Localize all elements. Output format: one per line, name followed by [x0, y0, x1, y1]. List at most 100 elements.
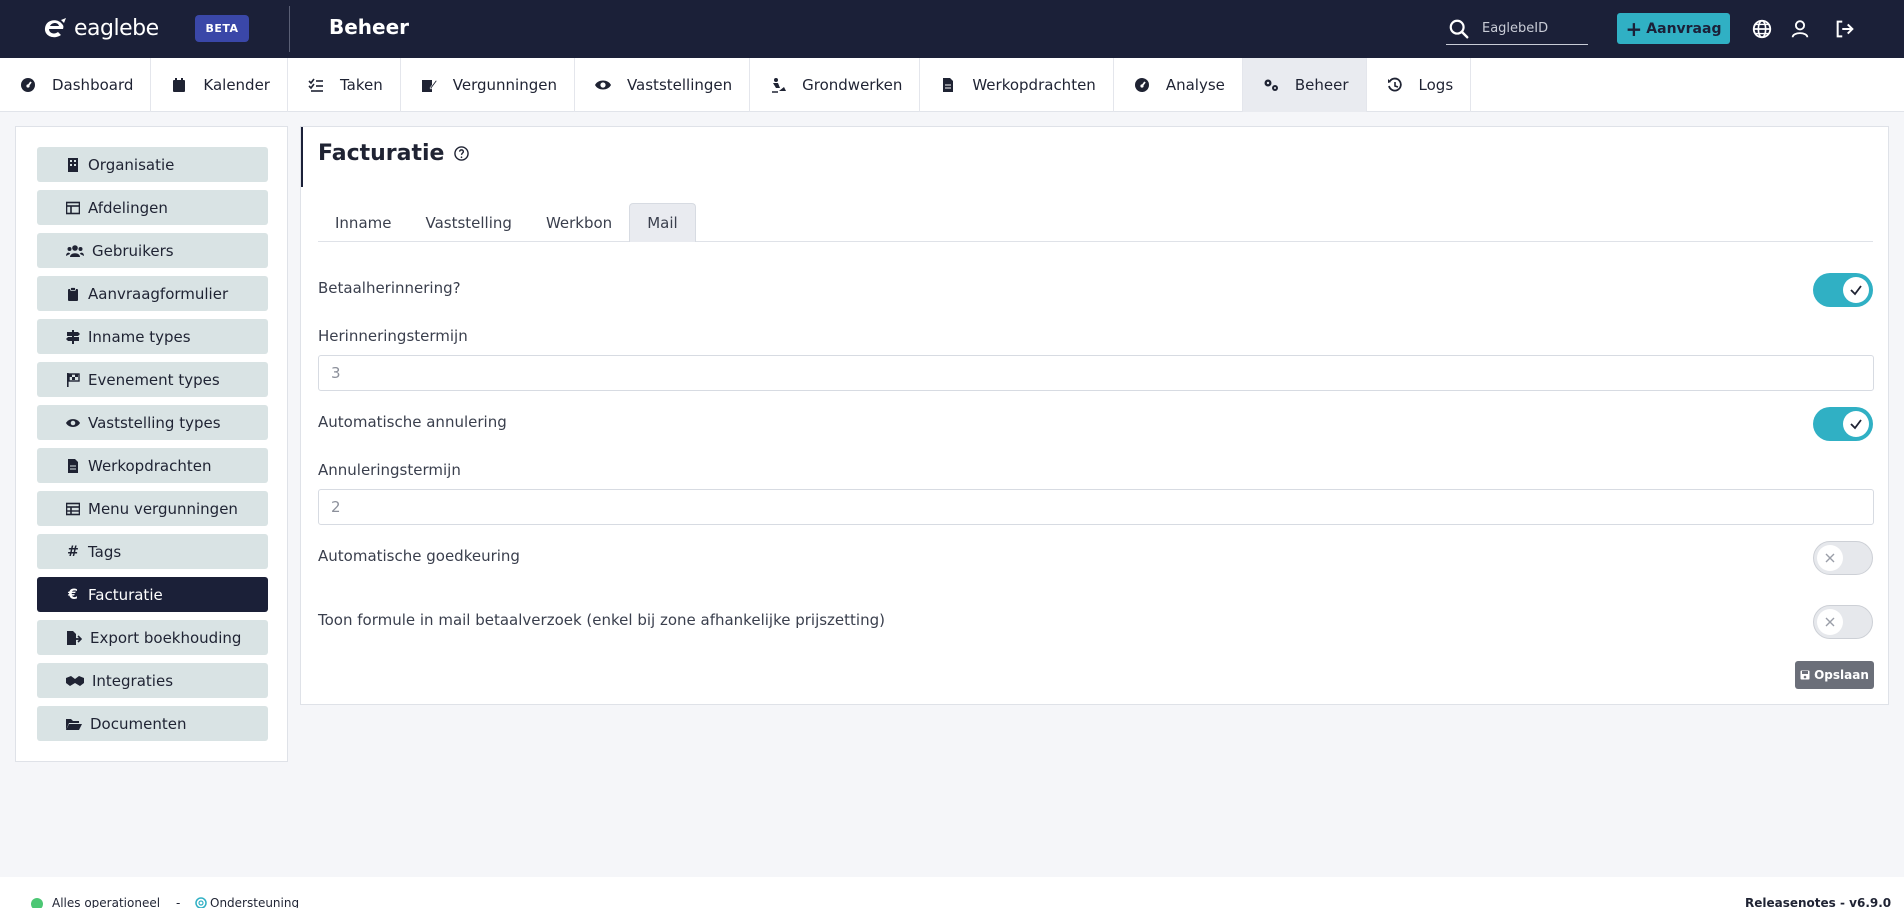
nav-label: Kalender: [203, 76, 270, 94]
sidebar-item-inname-types[interactable]: Inname types: [37, 319, 268, 354]
footer-separator: -: [176, 896, 181, 908]
search-icon: [1449, 19, 1469, 38]
sidebar-item-afdelingen[interactable]: Afdelingen: [37, 190, 268, 225]
sidebar-item-facturatie[interactable]: € Facturatie: [37, 577, 268, 612]
automatische-annulering-label: Automatische annulering: [318, 413, 507, 431]
nav-kalender[interactable]: Kalender: [151, 58, 288, 112]
nav-beheer[interactable]: Beheer: [1242, 58, 1367, 112]
beta-badge: BETA: [195, 15, 249, 42]
search-input[interactable]: [1482, 21, 1582, 36]
table-icon: [66, 201, 80, 214]
automatische-goedkeuring-toggle[interactable]: [1813, 541, 1873, 575]
status-indicator: [31, 898, 43, 908]
annuleringstermijn-label: Annuleringstermijn: [318, 461, 461, 479]
close-icon: [1825, 617, 1835, 627]
eye-icon: [594, 80, 611, 90]
eaglebe-logo-icon: [44, 17, 66, 37]
main-nav: Dashboard Kalender Taken Vergunningen Va…: [0, 58, 1904, 112]
sidebar-item-werkopdrachten[interactable]: Werkopdrachten: [37, 448, 268, 483]
sidebar-item-vaststelling-types[interactable]: Vaststelling types: [37, 405, 268, 440]
grid-icon: [66, 502, 80, 515]
sidebar-item-label: Export boekhouding: [90, 628, 242, 647]
automatische-goedkeuring-label: Automatische goedkeuring: [318, 547, 520, 565]
nav-label: Vaststellingen: [626, 76, 733, 94]
sidebar-item-organisatie[interactable]: Organisatie: [37, 147, 268, 182]
nav-logs[interactable]: Logs: [1367, 58, 1472, 112]
new-aanvraag-button[interactable]: + Aanvraag: [1617, 13, 1730, 44]
nav-vaststellingen[interactable]: Vaststellingen: [575, 58, 751, 112]
status-text[interactable]: Alles operationeel: [52, 896, 160, 908]
sidebar-item-gebruikers[interactable]: Gebruikers: [37, 233, 268, 268]
facturatie-tabs: Inname Vaststelling Werkbon Mail: [318, 203, 1873, 242]
sidebar-item-label: Menu vergunningen: [88, 499, 238, 518]
sidebar-item-evenement-types[interactable]: Evenement types: [37, 362, 268, 397]
nav-vergunningen[interactable]: Vergunningen: [401, 58, 575, 112]
nav-analyse[interactable]: Analyse: [1114, 58, 1243, 112]
sidebar-item-export-boekhouding[interactable]: Export boekhouding: [37, 620, 268, 655]
betaalherinnering-label: Betaalherinnering?: [318, 279, 461, 297]
nav-label: Werkopdrachten: [972, 76, 1096, 94]
logo[interactable]: eaglebe: [42, 16, 159, 41]
sidebar-item-label: Afdelingen: [88, 198, 168, 217]
toon-formule-toggle[interactable]: [1813, 605, 1873, 639]
sidebar-item-label: Organisatie: [88, 155, 175, 174]
user-icon[interactable]: [1789, 18, 1811, 40]
check-icon: [1850, 285, 1862, 296]
nav-label: Logs: [1418, 76, 1454, 94]
tab-inname[interactable]: Inname: [318, 203, 408, 242]
tab-mail[interactable]: Mail: [629, 203, 696, 242]
euro-icon: €: [68, 586, 78, 603]
release-notes-link[interactable]: Releasenotes - v6.9.0: [1745, 896, 1891, 908]
toon-formule-label: Toon formule in mail betaalverzoek (enke…: [318, 611, 885, 629]
tab-vaststelling[interactable]: Vaststelling: [408, 203, 528, 242]
automatische-annulering-toggle[interactable]: [1813, 407, 1873, 441]
sidebar-item-label: Integraties: [92, 671, 174, 690]
sidebar-item-tags[interactable]: # Tags: [37, 534, 268, 569]
sidebar-item-integraties[interactable]: Integraties: [37, 663, 268, 698]
annuleringstermijn-input[interactable]: [318, 489, 1874, 525]
permit-icon: [421, 79, 437, 92]
sidebar-item-label: Facturatie: [88, 585, 163, 604]
toggle-knob: [1817, 545, 1843, 571]
betaalherinnering-toggle[interactable]: [1813, 273, 1873, 307]
sidebar-item-label: Inname types: [88, 327, 191, 346]
sidebar-item-label: Evenement types: [88, 370, 220, 389]
nav-dashboard[interactable]: Dashboard: [0, 58, 152, 112]
nav-grondwerken[interactable]: Grondwerken: [750, 58, 921, 112]
dashboard-icon: [21, 78, 35, 92]
flag-icon: [67, 372, 80, 387]
header-divider: [289, 6, 290, 52]
logout-icon[interactable]: [1834, 18, 1856, 40]
toggle-knob: [1817, 609, 1843, 635]
support-link[interactable]: Ondersteuning: [195, 896, 299, 908]
save-button[interactable]: Opslaan: [1795, 661, 1874, 689]
sidebar-item-aanvraagformulier[interactable]: Aanvraagformulier: [37, 276, 268, 311]
app-title: Beheer: [329, 15, 410, 39]
signs-icon: [66, 329, 80, 344]
support-icon: [195, 897, 207, 908]
search-box[interactable]: [1446, 13, 1588, 45]
nav-label: Analyse: [1165, 76, 1225, 94]
check-icon: [1850, 419, 1862, 430]
sidebar-item-documenten[interactable]: Documenten: [37, 706, 268, 741]
globe-icon[interactable]: [1751, 18, 1773, 40]
sidebar-item-label: Werkopdrachten: [88, 456, 212, 475]
nav-label: Taken: [339, 76, 383, 94]
help-icon[interactable]: [454, 146, 470, 161]
file-export-icon: [67, 630, 82, 645]
calendar-icon: [173, 78, 186, 92]
users-icon: [66, 244, 84, 257]
nav-label: Vergunningen: [452, 76, 557, 94]
tab-werkbon[interactable]: Werkbon: [529, 203, 629, 242]
nav-werkopdrachten[interactable]: Werkopdrachten: [920, 58, 1114, 112]
page-title: Facturatie: [318, 141, 470, 166]
sidebar-item-menu-vergunningen[interactable]: Menu vergunningen: [37, 491, 268, 526]
nav-taken[interactable]: Taken: [288, 58, 401, 112]
building-icon: [68, 157, 78, 172]
herinneringstermijn-input[interactable]: [318, 355, 1874, 391]
digging-icon: [772, 78, 787, 93]
plus-icon: +: [1625, 16, 1643, 41]
save-icon: [1800, 670, 1810, 680]
sidebar-item-label: Documenten: [90, 714, 187, 733]
herinneringstermijn-label: Herinneringstermijn: [318, 327, 468, 345]
